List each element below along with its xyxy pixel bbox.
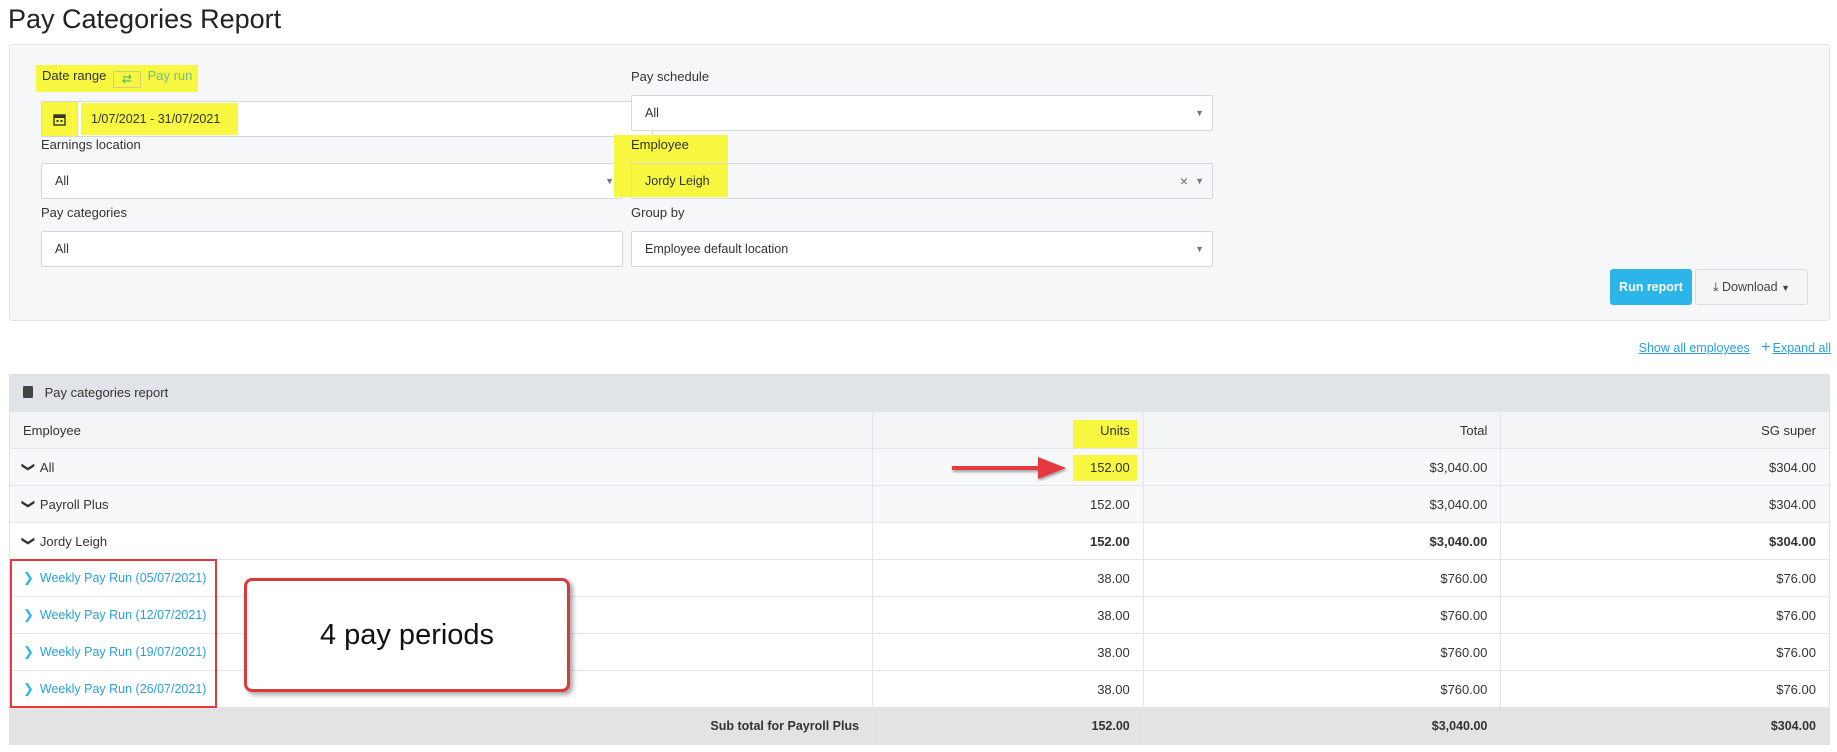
row-units: 38.00 xyxy=(873,634,1144,670)
download-label: Download xyxy=(1722,280,1778,294)
chevron-down-icon: ▼ xyxy=(1195,108,1204,118)
pay-periods-highlight-box xyxy=(10,559,217,708)
row-total: $760.00 xyxy=(1144,597,1502,633)
row-total: $760.00 xyxy=(1144,671,1502,707)
earnings-location-select[interactable]: All ▼ xyxy=(41,163,623,199)
pay-periods-callout: 4 pay periods xyxy=(244,578,570,692)
page-title: Pay Categories Report xyxy=(8,4,282,34)
arrow-annotation xyxy=(952,457,1066,479)
row-units: 38.00 xyxy=(873,671,1144,707)
row-units: 152.00 xyxy=(1089,459,1130,475)
chevron-down-icon: ▼ xyxy=(605,176,614,186)
row-units: 152.00 xyxy=(873,486,1144,522)
pay-schedule-label: Pay schedule xyxy=(631,69,710,84)
date-range-label: Date range xyxy=(42,68,107,83)
row-total: $3,040.00 xyxy=(1144,523,1502,559)
clear-icon[interactable]: × xyxy=(1180,164,1188,198)
filters-panel: Date range ⇄ Pay run 1/07/2021 - 31/07/2… xyxy=(9,44,1830,321)
row-total: $3,040.00 xyxy=(1144,449,1502,485)
calendar-icon[interactable] xyxy=(42,102,78,136)
report-header-title: Pay categories report xyxy=(44,385,169,400)
document-icon xyxy=(23,386,33,398)
row-super: $304.00 xyxy=(1768,459,1816,475)
report-header: Pay categories report xyxy=(10,375,1829,411)
date-range-input[interactable]: 1/07/2021 - 31/07/2021 xyxy=(41,101,653,137)
row-super: $76.00 xyxy=(1776,681,1816,697)
chevron-down-icon[interactable]: ❯ xyxy=(20,462,36,473)
employee-select[interactable]: Jordy Leigh × ▼ xyxy=(631,163,1213,199)
pay-categories-label: Pay categories xyxy=(41,205,127,220)
subtotal-super: $304.00 xyxy=(1770,719,1816,733)
row-super: $76.00 xyxy=(1776,644,1816,660)
row-label: Payroll Plus xyxy=(39,496,109,512)
chevron-down-icon: ▼ xyxy=(1195,176,1204,186)
pay-schedule-select[interactable]: All ▼ xyxy=(631,95,1213,131)
chevron-down-icon: ▼ xyxy=(1781,283,1790,293)
download-button[interactable]: ⤓ Download ▼ xyxy=(1695,269,1808,305)
plus-icon[interactable]: + xyxy=(1761,339,1770,356)
row-super: $76.00 xyxy=(1776,607,1816,623)
row-total: $760.00 xyxy=(1144,560,1502,596)
group-by-label: Group by xyxy=(631,205,685,220)
run-report-button[interactable]: Run report xyxy=(1610,269,1692,305)
swap-icon[interactable]: ⇄ xyxy=(112,71,141,88)
group-by-select[interactable]: Employee default location ▼ xyxy=(631,231,1213,267)
chevron-down-icon: ▼ xyxy=(1195,244,1204,254)
download-icon: ⤓ xyxy=(1712,280,1719,294)
date-range-value: 1/07/2021 - 31/07/2021 xyxy=(81,103,239,135)
row-total: $3,040.00 xyxy=(1144,486,1502,522)
pay-categories-value: All xyxy=(55,242,69,256)
row-super: $304.00 xyxy=(1768,496,1816,512)
chevron-down-icon[interactable]: ❯ xyxy=(20,499,36,510)
row-units: 38.00 xyxy=(873,560,1144,596)
row-super: $304.00 xyxy=(1768,533,1816,549)
employee-value: Jordy Leigh xyxy=(645,174,710,188)
row-label: All xyxy=(39,459,55,475)
pay-schedule-value: All xyxy=(645,106,659,120)
expand-all-link[interactable]: Expand all xyxy=(1773,341,1831,355)
column-header-row: Employee Units Total SG super xyxy=(10,411,1829,448)
column-header-sg-super[interactable]: SG super xyxy=(1501,412,1829,448)
column-header-employee[interactable]: Employee xyxy=(10,412,874,448)
pay-run-toggle[interactable]: Pay run xyxy=(148,68,193,83)
earnings-location-label: Earnings location xyxy=(41,137,141,152)
row-super: $76.00 xyxy=(1776,570,1816,586)
show-all-employees-link[interactable]: Show all employees xyxy=(1639,341,1750,355)
row-label: Jordy Leigh xyxy=(39,533,108,549)
column-header-total[interactable]: Total xyxy=(1144,412,1502,448)
chevron-down-icon[interactable]: ❯ xyxy=(20,536,36,547)
row-units: 152.00 xyxy=(873,523,1144,559)
earnings-location-value: All xyxy=(55,174,69,188)
table-row-all[interactable]: ❯ All 152.00 $3,040.00 $304.00 xyxy=(10,448,1829,485)
table-row-employee[interactable]: ❯ Jordy Leigh 152.00 $3,040.00 $304.00 xyxy=(10,522,1829,559)
pay-categories-input[interactable]: All xyxy=(41,231,623,267)
employee-label: Employee xyxy=(631,137,689,152)
group-by-value: Employee default location xyxy=(645,242,789,256)
table-row-subtotal: Sub total for Payroll Plus 152.00 $3,040… xyxy=(10,707,1829,744)
subtotal-units: 152.00 xyxy=(873,708,1144,744)
column-header-units[interactable]: Units xyxy=(873,412,1144,448)
subtotal-label: Sub total for Payroll Plus xyxy=(10,708,874,744)
row-total: $760.00 xyxy=(1144,634,1502,670)
report-links: Show all employees + Expand all xyxy=(1639,339,1831,357)
date-range-label-group: Date range ⇄ Pay run xyxy=(36,65,199,92)
table-row-location[interactable]: ❯ Payroll Plus 152.00 $3,040.00 $304.00 xyxy=(10,485,1829,522)
subtotal-total: $3,040.00 xyxy=(1144,708,1502,744)
row-units: 38.00 xyxy=(873,597,1144,633)
